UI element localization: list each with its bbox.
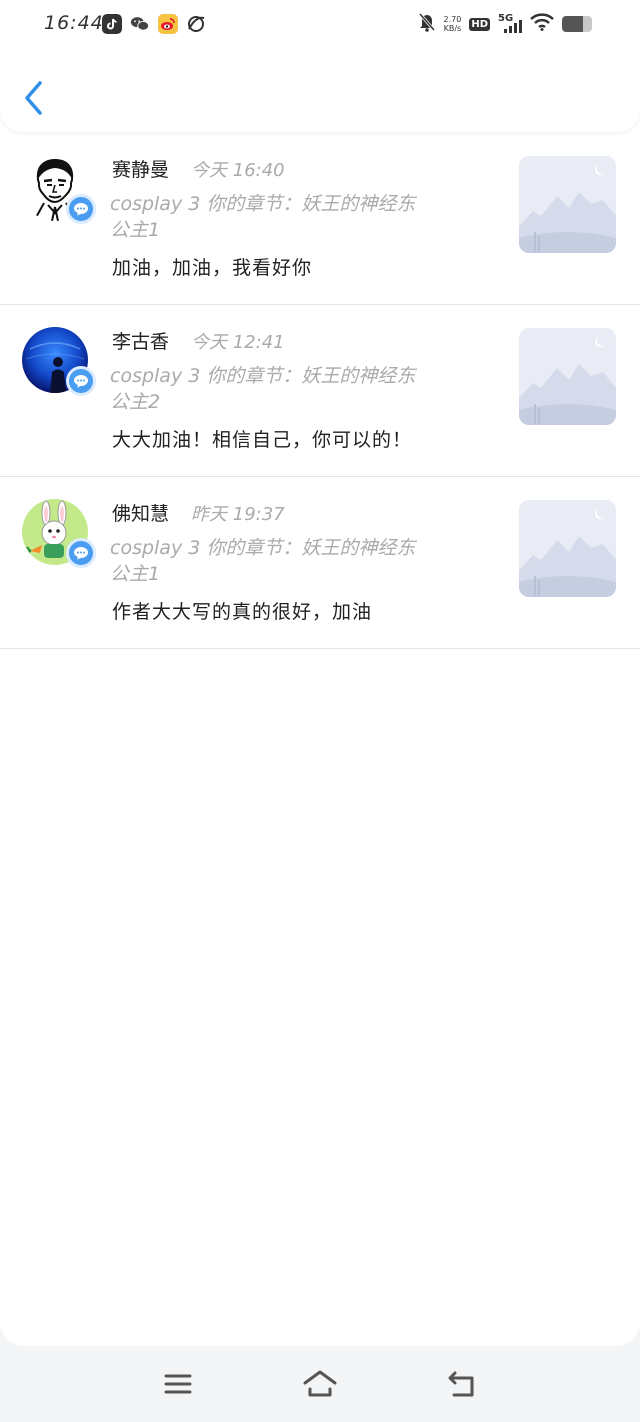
chapter-thumbnail[interactable] bbox=[519, 156, 616, 253]
comment-row[interactable]: 李古香 今天 12:41 cosplay 3 你的章节：妖王的神经东 公主2 大… bbox=[0, 305, 640, 477]
comment-time: 今天 12:41 bbox=[191, 332, 285, 353]
chapter-line-2: 公主1 bbox=[110, 219, 161, 241]
chevron-left-icon bbox=[25, 81, 42, 115]
chapter-ref[interactable]: cosplay 3 你的章节：妖王的神经东 公主1 bbox=[110, 191, 480, 243]
chapter-line-1: cosplay 3 你的章节：妖王的神经东 bbox=[110, 537, 416, 559]
wechat-icon bbox=[130, 14, 150, 34]
comment-time: 昨天 19:37 bbox=[191, 504, 285, 525]
weibo-icon bbox=[158, 14, 178, 34]
chapter-ref[interactable]: cosplay 3 你的章节：妖王的神经东 公主1 bbox=[110, 535, 480, 587]
chapter-thumbnail[interactable] bbox=[519, 328, 616, 425]
chapter-line-1: cosplay 3 你的章节：妖王的神经东 bbox=[110, 365, 416, 387]
home-icon bbox=[303, 1370, 337, 1397]
comment-row[interactable]: 佛知慧 昨天 19:37 cosplay 3 你的章节：妖王的神经东 公主1 作… bbox=[0, 477, 640, 649]
net-speed: 2.70 KB/s bbox=[444, 15, 462, 33]
status-time: 16:44 bbox=[44, 12, 104, 34]
notification-icons bbox=[102, 14, 206, 34]
app-screen: 16:44 2.70 KB/s HD 5G 赛静曼 今天 16:40 cospl… bbox=[0, 0, 640, 1346]
commenter-name[interactable]: 赛静曼 bbox=[112, 155, 169, 182]
chat-bubble-icon bbox=[74, 547, 88, 560]
chat-bubble-icon bbox=[74, 375, 88, 388]
system-back-button[interactable] bbox=[442, 1364, 482, 1404]
comment-text: 加油，加油，我看好你 bbox=[112, 257, 313, 279]
tiktok-icon bbox=[102, 14, 122, 34]
top-header bbox=[0, 50, 640, 132]
browser-icon bbox=[186, 14, 206, 34]
commenter-name[interactable]: 李古香 bbox=[112, 327, 169, 354]
net-speed-unit: KB/s bbox=[443, 24, 462, 33]
back-button[interactable] bbox=[18, 78, 50, 118]
comment-row[interactable]: 赛静曼 今天 16:40 cosplay 3 你的章节：妖王的神经东 公主1 加… bbox=[0, 133, 640, 305]
wifi-icon bbox=[530, 13, 554, 35]
menu-icon bbox=[164, 1374, 192, 1394]
message-badge bbox=[66, 366, 96, 396]
system-navbar bbox=[0, 1346, 640, 1422]
comment-list: 赛静曼 今天 16:40 cosplay 3 你的章节：妖王的神经东 公主1 加… bbox=[0, 133, 640, 649]
comment-text: 作者大大写的真的很好，加油 bbox=[112, 601, 373, 623]
cell-signal-icon: 5G bbox=[498, 13, 522, 35]
chat-bubble-icon bbox=[74, 203, 88, 216]
name-line: 佛知慧 昨天 19:37 bbox=[112, 499, 285, 526]
back-icon bbox=[448, 1371, 474, 1397]
landscape-placeholder-icon bbox=[519, 156, 616, 253]
message-badge bbox=[66, 194, 96, 224]
chapter-thumbnail[interactable] bbox=[519, 500, 616, 597]
hd-badge: HD bbox=[469, 17, 490, 31]
chapter-ref[interactable]: cosplay 3 你的章节：妖王的神经东 公主2 bbox=[110, 363, 480, 415]
landscape-placeholder-icon bbox=[519, 328, 616, 425]
chapter-line-2: 公主1 bbox=[110, 563, 161, 585]
home-button[interactable] bbox=[300, 1364, 340, 1404]
commenter-name[interactable]: 佛知慧 bbox=[112, 499, 169, 526]
menu-button[interactable] bbox=[158, 1364, 198, 1404]
mute-bell-icon bbox=[418, 12, 436, 36]
name-line: 李古香 今天 12:41 bbox=[112, 327, 285, 354]
landscape-placeholder-icon bbox=[519, 500, 616, 597]
comment-text: 大大加油！相信自己，你可以的！ bbox=[112, 429, 413, 451]
battery-icon bbox=[562, 16, 592, 32]
name-line: 赛静曼 今天 16:40 bbox=[112, 155, 285, 182]
chapter-line-2: 公主2 bbox=[110, 391, 161, 413]
net-speed-value: 2.70 bbox=[443, 15, 462, 24]
comment-time: 今天 16:40 bbox=[191, 160, 285, 181]
chapter-line-1: cosplay 3 你的章节：妖王的神经东 bbox=[110, 193, 416, 215]
system-icons: 2.70 KB/s HD 5G bbox=[418, 12, 592, 36]
message-badge bbox=[66, 538, 96, 568]
status-bar: 16:44 2.70 KB/s HD 5G bbox=[0, 0, 640, 50]
